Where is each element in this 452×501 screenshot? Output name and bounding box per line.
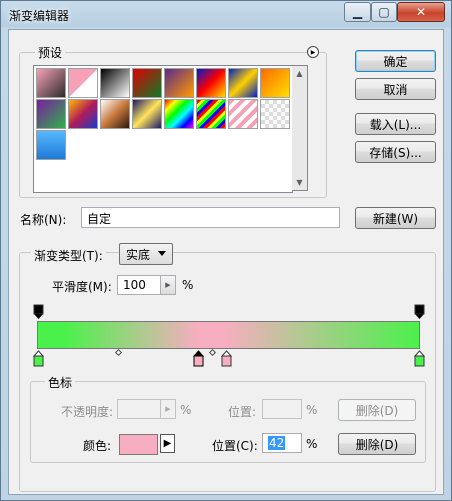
preset-swatch[interactable]	[36, 68, 66, 98]
smoothness-input[interactable]: 100	[117, 275, 161, 295]
preset-swatch[interactable]	[196, 99, 226, 129]
preset-swatch[interactable]	[228, 68, 258, 98]
opacity-stop-right[interactable]	[414, 304, 425, 320]
ok-button[interactable]: 确定	[355, 50, 436, 72]
window-title: 渐变编辑器	[9, 9, 70, 23]
triangle-right-icon: ▶	[310, 48, 316, 56]
gradient-type-label: 渐变类型(T):	[31, 247, 106, 264]
maximize-button[interactable]: ▢	[371, 2, 397, 22]
color-position-unit: %	[306, 437, 318, 451]
smoothness-label: 平滑度(M):	[52, 280, 112, 294]
scroll-down-icon[interactable]: ▼	[292, 175, 307, 190]
close-button[interactable]: ✕	[397, 2, 445, 22]
preset-swatch[interactable]	[260, 99, 290, 129]
scroll-up-icon[interactable]: ▲	[292, 66, 307, 81]
opacity-stepper-button[interactable]: ▶	[160, 399, 176, 419]
triangle-right-icon: ▶	[163, 438, 172, 449]
preset-swatch[interactable]	[196, 68, 226, 98]
chevron-down-icon	[158, 251, 166, 256]
presets-swatch-list[interactable]	[33, 65, 293, 193]
presets-scrollbar[interactable]: ▲ ▼	[292, 65, 308, 191]
gradient-type-select[interactable]: 实底	[119, 243, 173, 265]
close-icon: ✕	[415, 5, 427, 19]
maximize-icon: ▢	[378, 5, 390, 19]
color-position-label: 位置(C):	[212, 439, 258, 453]
smoothness-stepper-button[interactable]: ▶	[160, 275, 176, 295]
cancel-button[interactable]: 取消	[355, 78, 436, 100]
minimize-button[interactable]: ▁	[344, 2, 371, 22]
color-position-value: 42	[268, 436, 286, 450]
opacity-position-unit: %	[306, 403, 318, 417]
opacity-unit: %	[180, 403, 192, 417]
delete-color-stop-button[interactable]: 删除(D)	[338, 433, 416, 455]
triangle-right-icon: ▶	[165, 405, 171, 413]
color-label: 颜色:	[83, 439, 112, 453]
preset-swatch[interactable]	[132, 68, 162, 98]
preset-swatch[interactable]	[228, 99, 258, 129]
color-stops-label: 色标	[45, 374, 76, 391]
preset-swatch[interactable]	[164, 99, 194, 129]
color-options-button[interactable]: ▶	[160, 434, 175, 453]
title-bar[interactable]: 渐变编辑器 ▁ ▢ ✕	[1, 1, 451, 29]
opacity-label: 不透明度:	[61, 405, 114, 419]
color-swatch[interactable]	[119, 434, 158, 455]
color-stop-middle[interactable]	[221, 350, 232, 367]
color-stop-left[interactable]	[33, 350, 44, 367]
preset-swatch[interactable]	[36, 130, 66, 160]
opacity-stop-left[interactable]	[33, 304, 44, 320]
delete-opacity-stop-button[interactable]: 删除(D)	[338, 399, 416, 421]
gradient-editor-window: 渐变编辑器 ▁ ▢ ✕ 预设 ▶ ▲ ▼ 确定 取消 载入(L)... 存储(S…	[0, 0, 452, 501]
preset-swatch[interactable]	[132, 99, 162, 129]
gradient-type-value: 实底	[126, 247, 151, 262]
preset-swatch[interactable]	[68, 99, 98, 129]
opacity-position-label: 位置:	[228, 405, 257, 419]
presets-menu-button[interactable]: ▶	[307, 46, 319, 58]
minimize-icon: ▁	[352, 5, 363, 19]
name-label: 名称(N):	[20, 213, 67, 227]
gradient-ramp[interactable]	[37, 321, 420, 349]
load-button[interactable]: 载入(L)...	[355, 113, 436, 135]
preset-swatch[interactable]	[100, 68, 130, 98]
preset-swatch[interactable]	[100, 99, 130, 129]
presets-label: 预设	[35, 44, 66, 61]
triangle-right-icon: ▶	[165, 281, 171, 289]
color-stop-right[interactable]	[414, 350, 425, 367]
color-position-input[interactable]: 42	[262, 433, 302, 453]
preset-swatch[interactable]	[36, 99, 66, 129]
preset-swatch[interactable]	[68, 68, 98, 98]
save-button[interactable]: 存储(S)...	[355, 141, 436, 163]
preset-swatch[interactable]	[164, 68, 194, 98]
opacity-position-input[interactable]	[262, 399, 302, 419]
dialog-body: 预设 ▶ ▲ ▼ 确定 取消 载入(L)... 存储(S)... 名称(N): …	[8, 29, 444, 495]
preset-swatch[interactable]	[260, 68, 290, 98]
name-input[interactable]: 自定	[81, 207, 340, 228]
color-stop-middle-selected[interactable]	[193, 350, 204, 367]
opacity-input[interactable]	[117, 399, 161, 419]
new-button[interactable]: 新建(W)	[355, 207, 436, 229]
smoothness-unit: %	[182, 278, 194, 292]
